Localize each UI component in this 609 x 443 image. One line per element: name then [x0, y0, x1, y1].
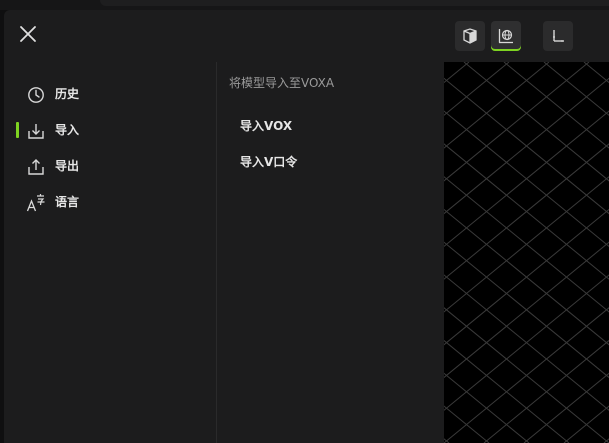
viewport [444, 10, 609, 443]
menu-item-history[interactable]: 历史 [4, 81, 216, 107]
close-icon [19, 25, 37, 47]
import-vcode-button[interactable]: 导入V口令 [240, 154, 297, 170]
menu-item-import[interactable]: 导入 [4, 117, 216, 143]
cube-icon [462, 28, 478, 44]
history-icon [26, 85, 46, 105]
language-icon [26, 193, 46, 213]
import-vox-button[interactable]: 导入VOX [240, 118, 292, 134]
viewport-toolbar [444, 10, 609, 62]
section-title: 将模型导入至VOXA [229, 76, 335, 90]
3d-grid-viewport[interactable] [444, 62, 609, 443]
menu-item-language[interactable]: 语言 [4, 189, 216, 215]
cube-view-button[interactable] [455, 21, 485, 51]
top-strip [0, 0, 609, 10]
perspective-grid [444, 62, 609, 443]
tab-strip-edge [100, 0, 609, 6]
active-indicator [16, 122, 19, 138]
axes-icon [550, 28, 566, 44]
globe-grid-icon [498, 28, 514, 44]
import-icon [26, 121, 46, 141]
axes-view-button[interactable] [543, 21, 573, 51]
close-button[interactable] [16, 24, 40, 48]
export-icon [26, 157, 46, 177]
app-window: 历史 导入 导出 语言 将模型导入至VOXA 导入VOX 导入V口令 [0, 0, 609, 443]
import-content: 将模型导入至VOXA 导入VOX 导入V口令 [217, 62, 444, 443]
menu-item-label: 历史 [55, 87, 80, 101]
main-menu-panel: 历史 导入 导出 语言 将模型导入至VOXA 导入VOX 导入V口令 [4, 10, 444, 443]
grid-view-button[interactable] [491, 21, 521, 51]
menu-item-export[interactable]: 导出 [4, 153, 216, 179]
menu-item-label: 语言 [55, 195, 80, 209]
menu-item-label: 导入 [55, 123, 80, 137]
menu-sidebar: 历史 导入 导出 语言 [4, 62, 216, 443]
menu-item-label: 导出 [55, 159, 80, 173]
